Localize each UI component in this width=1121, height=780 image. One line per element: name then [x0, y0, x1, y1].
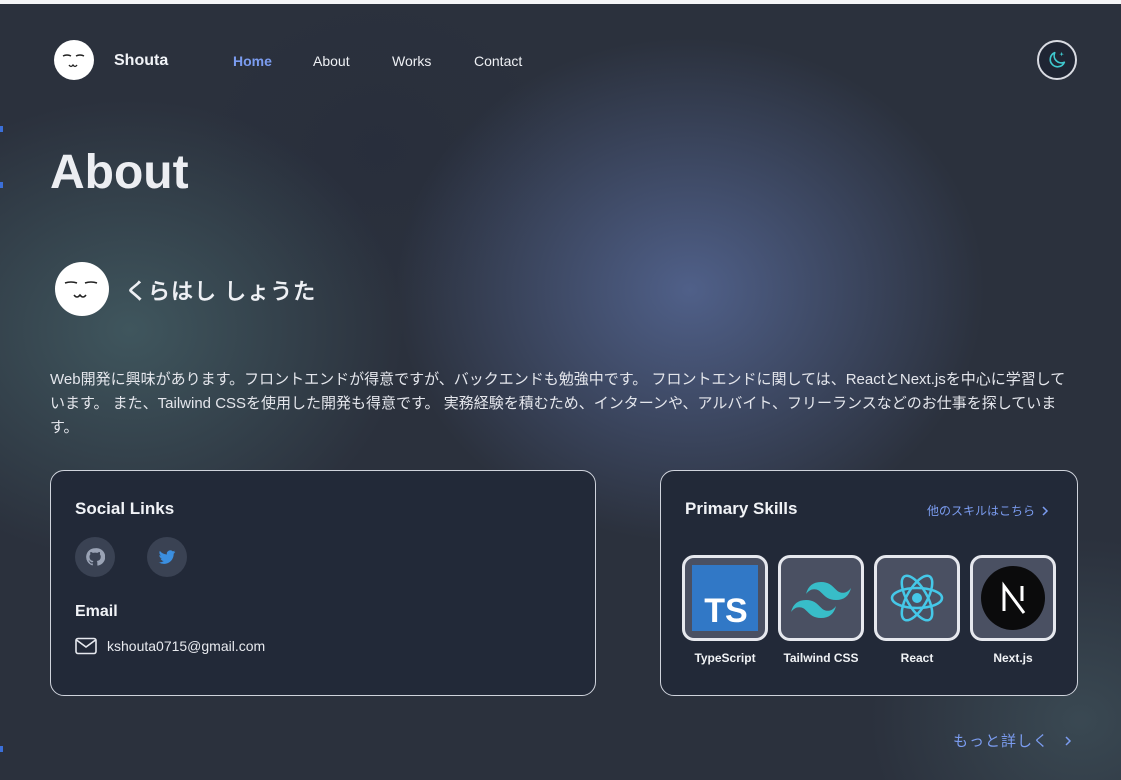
skill-tailwind[interactable]: Tailwind CSS [778, 555, 864, 665]
skill-tile: TS [682, 555, 768, 641]
typescript-icon: TS [692, 565, 758, 631]
nav-link-contact[interactable]: Contact [474, 53, 522, 69]
chevron-right-icon [1042, 505, 1049, 516]
skill-name: Tailwind CSS [783, 651, 859, 665]
skill-name: React [900, 651, 934, 665]
skill-react[interactable]: React [874, 555, 960, 665]
skill-tile [778, 555, 864, 641]
face-icon [62, 54, 85, 68]
email-row[interactable]: kshouta0715@gmail.com [75, 637, 265, 655]
skill-typescript[interactable]: TS TypeScript [682, 555, 768, 665]
email-heading: Email [75, 603, 118, 620]
more-details-link[interactable]: もっと詳しく [953, 730, 1075, 751]
other-skills-link[interactable]: 他のスキルはこちら [927, 502, 1051, 519]
top-nav: Shouta Home About Works Contact [0, 40, 1121, 82]
profile-bio: Web開発に興味があります。フロントエンドが得意ですが、バックエンドも勉強中です… [50, 371, 1066, 436]
nav-link-about[interactable]: About [313, 53, 350, 69]
social-links-card: Social Links Email kshouta0715@gmail.com [50, 470, 596, 696]
tailwind-icon [791, 582, 851, 618]
svg-text:TS: TS [704, 592, 747, 630]
brand-name[interactable]: Shouta [114, 52, 168, 70]
window-top-edge [0, 0, 1121, 4]
github-link[interactable] [75, 537, 115, 577]
primary-skills-heading: Primary Skills [685, 499, 798, 518]
moon-stars-icon [1049, 51, 1066, 68]
nextjs-icon [981, 566, 1045, 630]
mail-icon [75, 637, 97, 655]
profile-name: くらはし しょうた [125, 279, 317, 304]
twitter-icon [158, 550, 176, 564]
skill-name: TypeScript [694, 651, 756, 665]
theme-toggle-button[interactable] [1037, 40, 1077, 80]
primary-skills-card: Primary Skills 他のスキルはこちら TS TypeScript T… [660, 470, 1078, 696]
nav-link-home[interactable]: Home [233, 53, 272, 69]
face-icon [64, 281, 98, 298]
more-details-label: もっと詳しく [952, 733, 1049, 750]
skill-name: Next.js [993, 651, 1033, 665]
twitter-link[interactable] [147, 537, 187, 577]
profile-avatar [55, 262, 109, 316]
skill-nextjs[interactable]: Next.js [970, 555, 1056, 665]
nav-link-works[interactable]: Works [392, 53, 431, 69]
email-address[interactable]: kshouta0715@gmail.com [107, 638, 265, 654]
other-skills-label: 他のスキルはこちら [926, 504, 1035, 518]
skill-tile [874, 555, 960, 641]
social-links-heading: Social Links [75, 499, 175, 518]
skill-tile [970, 555, 1056, 641]
chevron-right-icon [1065, 735, 1072, 746]
react-icon [890, 574, 944, 622]
github-icon [86, 548, 105, 566]
page-title: About [50, 146, 189, 199]
logo-avatar[interactable] [54, 40, 94, 80]
